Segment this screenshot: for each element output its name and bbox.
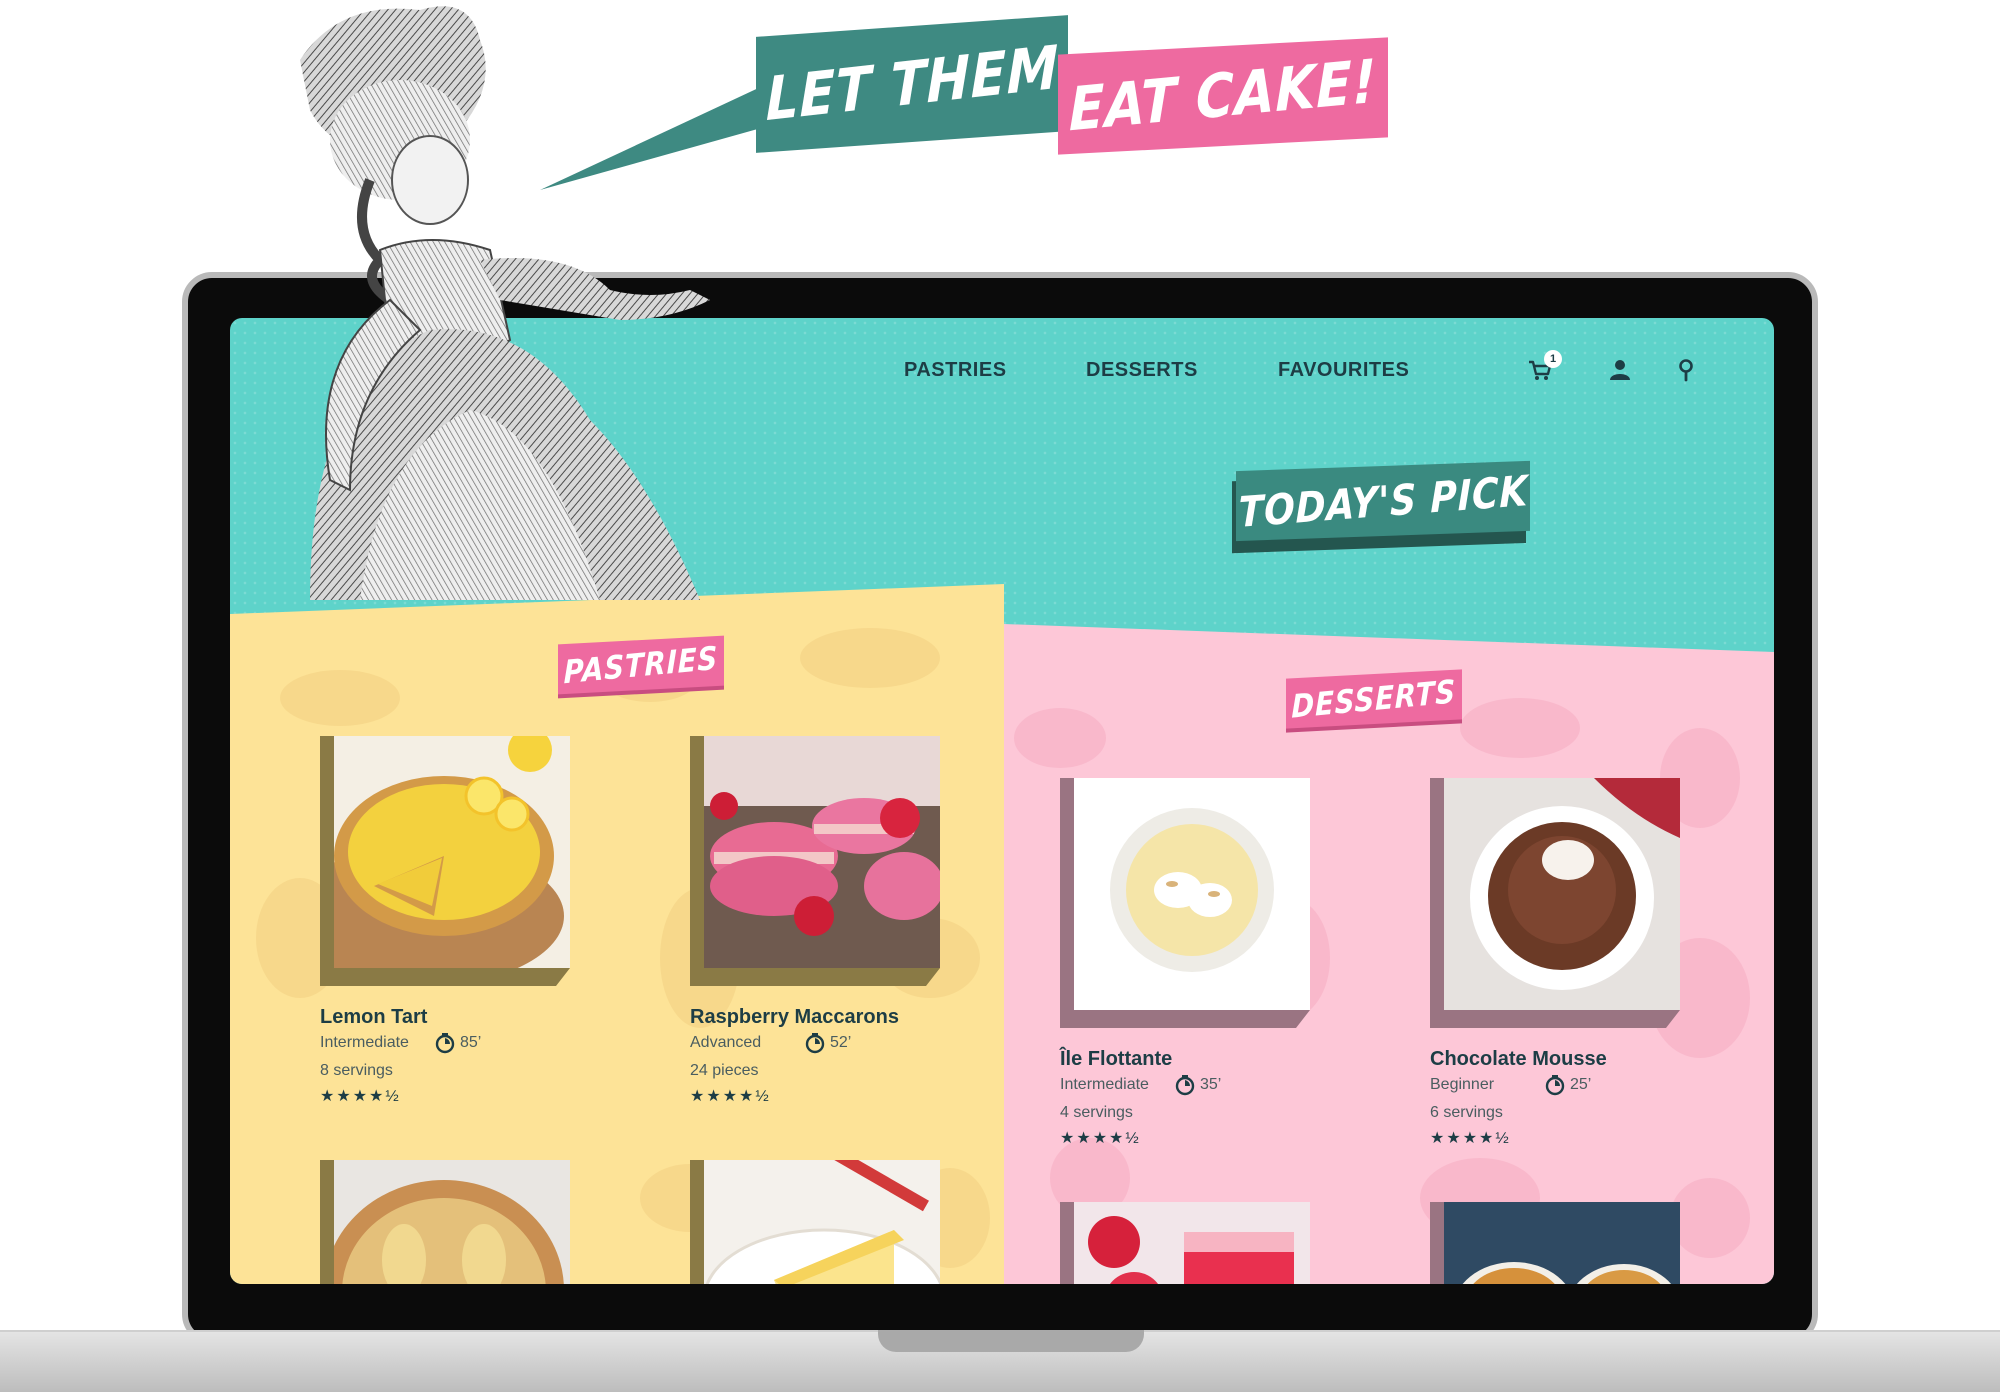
timer-icon: [435, 1033, 455, 1054]
recipe-servings: 8 servings: [320, 1062, 393, 1079]
rating-stars: ★★★★½: [690, 1088, 771, 1105]
laptop-notch: [878, 1330, 1144, 1352]
nav-link-desserts[interactable]: DESSERTS: [1086, 350, 1198, 390]
rating-stars: ★★★★½: [1060, 1130, 1141, 1147]
recipe-time-value: 52’: [830, 1034, 852, 1051]
ile-flottante-image[interactable]: [1074, 778, 1310, 1010]
recipe-level: Advanced: [690, 1034, 762, 1051]
recipe-time: 35’: [1174, 1074, 1221, 1096]
marie-antoinette-engraving: [300, 6, 710, 600]
recipe-servings: 24 pieces: [690, 1062, 759, 1079]
recipe-time: 25’: [1544, 1074, 1591, 1096]
strawberry-dessert-image[interactable]: [1074, 1202, 1310, 1284]
desserts-section-tag[interactable]: DESSERTS: [1286, 669, 1462, 729]
recipe-level: Beginner: [1430, 1076, 1495, 1093]
recipe-title[interactable]: Lemon Tart: [320, 1006, 580, 1029]
recipe-time: 85’: [434, 1032, 481, 1054]
search-icon[interactable]: [1672, 356, 1700, 384]
recipe-servings: 4 servings: [1060, 1104, 1133, 1121]
timer-icon: [1175, 1075, 1195, 1096]
recipe-time: 52’: [804, 1032, 851, 1054]
recipe-time-value: 35’: [1200, 1076, 1222, 1093]
timer-icon: [805, 1033, 825, 1054]
rating-stars: ★★★★½: [320, 1088, 401, 1105]
chocolate-mousse-image[interactable]: [1444, 778, 1680, 1010]
pastries-section-label: PASTRIES: [563, 638, 719, 692]
user-icon[interactable]: [1606, 356, 1634, 384]
recipe-title[interactable]: Raspberry Maccarons: [690, 1006, 950, 1029]
nav-link-pastries[interactable]: PASTRIES: [904, 350, 1007, 390]
recipe-level: Intermediate: [320, 1034, 409, 1051]
todays-pick-label: TODAY'S PICK: [1238, 465, 1528, 537]
lemon-tart-image[interactable]: [334, 736, 570, 968]
pear-tart-image[interactable]: [334, 1160, 570, 1284]
recipe-level: Intermediate: [1060, 1076, 1149, 1093]
headline-part2: EAT CAKE!: [1069, 46, 1377, 146]
recipe-title[interactable]: Chocolate Mousse: [1430, 1048, 1690, 1071]
nav-link-favourites[interactable]: FAVOURITES: [1278, 350, 1409, 390]
cart-badge: 1: [1544, 350, 1562, 368]
cheesecake-image[interactable]: [704, 1160, 940, 1284]
desserts-section-label: DESSERTS: [1291, 672, 1457, 726]
rating-stars: ★★★★½: [1430, 1130, 1511, 1147]
creme-brulee-image[interactable]: [1444, 1202, 1680, 1284]
headline-tag-pink: EAT CAKE!: [1058, 37, 1388, 155]
recipe-title[interactable]: Île Flottante: [1060, 1048, 1320, 1071]
raspberry-maccarons-image[interactable]: [704, 736, 940, 968]
recipe-time-value: 25’: [1570, 1076, 1592, 1093]
recipe-servings: 6 servings: [1430, 1104, 1503, 1121]
timer-icon: [1545, 1075, 1565, 1096]
recipe-time-value: 85’: [460, 1034, 482, 1051]
pastries-section-tag[interactable]: PASTRIES: [558, 635, 724, 695]
todays-pick-badge[interactable]: TODAY'S PICK: [1232, 460, 1532, 554]
